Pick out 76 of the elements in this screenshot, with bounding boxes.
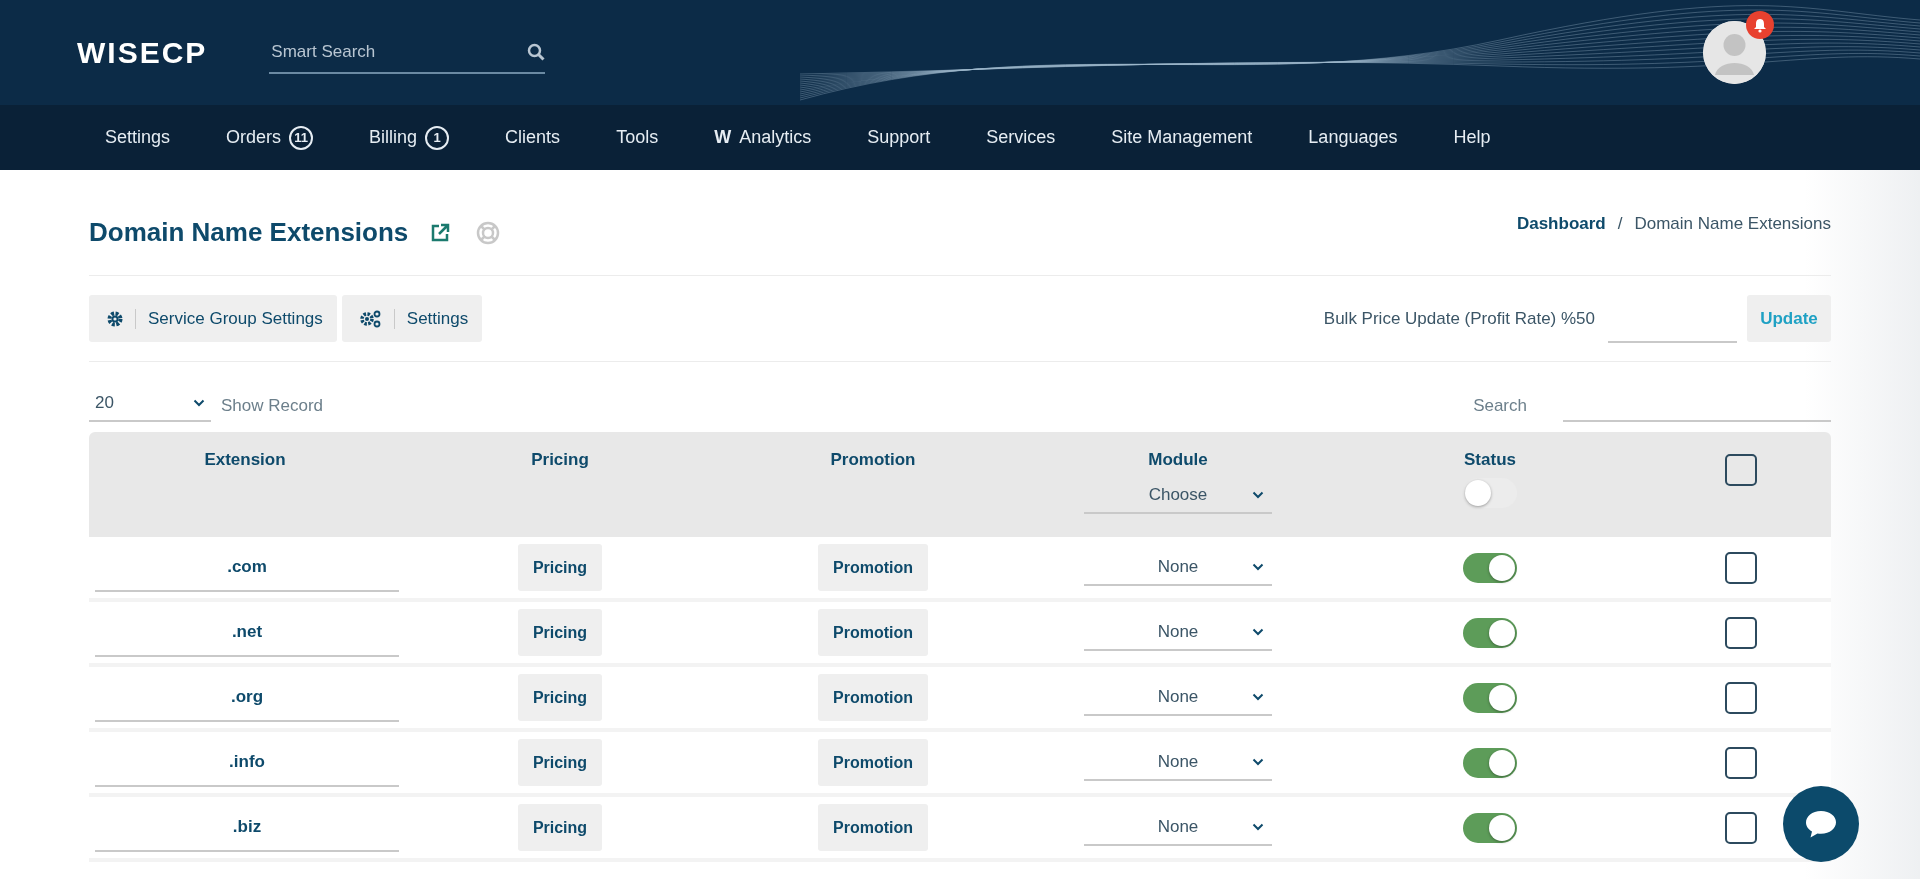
extension-field[interactable]: .info — [95, 738, 399, 787]
nav-item[interactable]: Clients — [505, 127, 561, 148]
row-checkbox[interactable] — [1725, 551, 1757, 584]
status-toggle[interactable] — [1463, 552, 1517, 583]
status-toggle[interactable] — [1463, 812, 1517, 843]
gear-icon — [107, 310, 123, 327]
extension-field[interactable]: .com — [95, 543, 399, 592]
extension-field[interactable]: .org — [95, 673, 399, 722]
column-header: Module — [1148, 450, 1208, 470]
module-select[interactable]: None — [1084, 614, 1272, 651]
nav-item[interactable]: Orders 11 — [226, 125, 314, 150]
nav-item[interactable]: Settings — [105, 127, 171, 148]
settings-button[interactable]: Service Group Settings — [89, 295, 337, 342]
nav-item[interactable]: Languages — [1308, 127, 1398, 148]
smart-search-field[interactable]: Smart Search — [269, 40, 528, 63]
nav-item[interactable]: Tools — [616, 127, 659, 148]
row-checkbox[interactable] — [1725, 454, 1757, 486]
status-toggle[interactable] — [1463, 617, 1517, 648]
promotion-button[interactable]: Promotion — [818, 739, 928, 786]
pricing-button[interactable]: Pricing — [517, 804, 603, 851]
chevron-down-icon — [193, 399, 205, 407]
breadcrumb-current: Domain Name Extensions — [1634, 214, 1831, 234]
module-select[interactable]: None — [1084, 679, 1272, 716]
external-link-icon[interactable] — [430, 222, 451, 243]
pricing-button[interactable]: Pricing — [517, 609, 603, 656]
pricing-button[interactable]: Pricing — [517, 674, 603, 721]
column-header: Extension — [204, 450, 286, 470]
logo[interactable]: WISECP — [77, 35, 208, 70]
nav-item[interactable]: Help — [1453, 127, 1491, 148]
status-toggle[interactable] — [1463, 747, 1517, 778]
count-badge: 1 — [425, 125, 450, 150]
column-header: Pricing — [531, 450, 589, 470]
chevron-down-icon — [1252, 627, 1264, 636]
chevron-down-icon — [1252, 692, 1264, 701]
module-select[interactable]: None — [1084, 549, 1272, 586]
column-header: Status — [1464, 450, 1516, 470]
notification-bell-icon[interactable] — [1746, 11, 1774, 39]
nav-item[interactable]: Site Management — [1111, 127, 1253, 148]
gears-icon — [359, 309, 382, 328]
chevron-down-icon — [1252, 491, 1264, 499]
status-toggle[interactable] — [1463, 478, 1517, 508]
row-checkbox[interactable] — [1725, 616, 1757, 649]
bulk-price-label: Bulk Price Update (Profit Rate) %50 — [1323, 308, 1595, 329]
status-toggle[interactable] — [1463, 682, 1517, 713]
pricing-button[interactable]: Pricing — [517, 544, 603, 591]
page-size-select[interactable]: 20 — [89, 386, 211, 422]
row-checkbox[interactable] — [1725, 746, 1757, 779]
row-checkbox[interactable] — [1725, 681, 1757, 714]
nav-item[interactable]: Billing 1 — [369, 125, 450, 150]
module-select[interactable]: None — [1084, 744, 1272, 781]
chevron-down-icon — [1252, 562, 1264, 571]
chat-bubble-icon — [1804, 809, 1838, 839]
row-checkbox[interactable] — [1725, 811, 1757, 844]
pricing-button[interactable]: Pricing — [517, 739, 603, 786]
promotion-button[interactable]: Promotion — [818, 544, 928, 591]
module-select[interactable]: None — [1084, 809, 1272, 846]
nav-item[interactable]: Services — [986, 127, 1056, 148]
count-badge: 11 — [289, 125, 314, 150]
breadcrumb-link[interactable]: Dashboard — [1516, 214, 1606, 234]
settings-button[interactable]: Settings — [341, 295, 483, 342]
breadcrumb-separator: / — [1617, 214, 1623, 234]
chevron-down-icon — [1252, 757, 1264, 766]
extension-field[interactable]: .biz — [95, 803, 399, 852]
promotion-button[interactable]: Promotion — [818, 609, 928, 656]
promotion-button[interactable]: Promotion — [818, 804, 928, 851]
page-title: Domain Name Extensions — [89, 217, 409, 248]
show-record-label: Show Record — [221, 396, 324, 416]
promotion-button[interactable]: Promotion — [818, 674, 928, 721]
avatar-icon[interactable] — [1703, 21, 1766, 84]
module-filter-select[interactable]: Choose — [1084, 478, 1272, 514]
chevron-down-icon — [1252, 822, 1264, 831]
search-icon[interactable] — [527, 42, 546, 61]
extension-field[interactable]: .net — [95, 608, 399, 657]
column-header: Promotion — [830, 450, 916, 470]
search-label: Search — [1473, 396, 1527, 416]
nav-item[interactable]: Support — [867, 127, 931, 148]
